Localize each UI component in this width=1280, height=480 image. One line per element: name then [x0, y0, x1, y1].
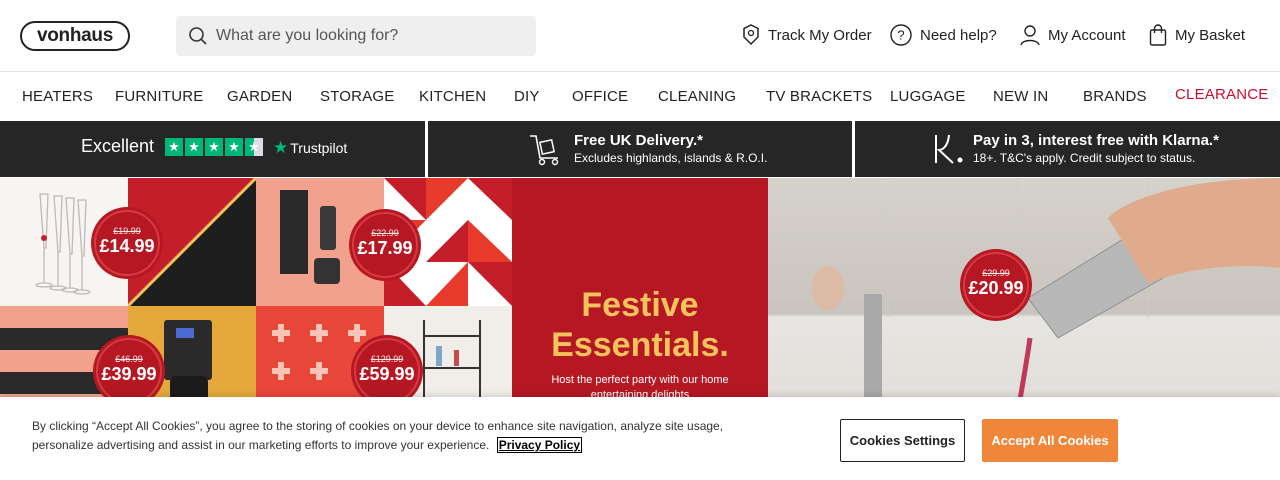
trustpilot-panel[interactable]: Excellent ★ ★ ★ ★ ★ ★ Trustpilot — [0, 121, 425, 177]
was-price: £22.99 — [371, 228, 399, 238]
delivery-subtitle: Excludes highlands, islands & R.O.I. — [574, 151, 768, 165]
cookie-consent-banner: By clicking “Accept All Cookies”, you ag… — [0, 397, 1280, 480]
festive-title-line2: Essentials. — [551, 326, 729, 364]
price-badge[interactable]: £29.99 £20.99 — [963, 252, 1029, 318]
delivery-title: Free UK Delivery.* — [574, 132, 703, 149]
account-label: My Account — [1048, 26, 1126, 44]
location-pin-icon — [743, 24, 759, 46]
trustpilot-star-icon: ★ — [273, 138, 289, 157]
trustpilot-rating-word: Excellent — [81, 136, 155, 156]
search-bar[interactable] — [176, 16, 536, 56]
question-icon: ? — [890, 24, 912, 46]
nav-furniture[interactable]: FURNITURE — [115, 88, 203, 105]
basket-label: My Basket — [1175, 26, 1246, 44]
nav-brands[interactable]: BRANDS — [1083, 88, 1147, 105]
trustpilot-brand: Trustpilot — [290, 140, 348, 156]
was-price: £46.99 — [115, 354, 143, 364]
track-order-link[interactable]: Track My Order — [742, 24, 872, 46]
star-icon: ★ — [205, 138, 223, 156]
klarna-subtitle: 18+. T&C's apply. Credit subject to stat… — [973, 151, 1196, 165]
search-icon — [189, 27, 207, 45]
help-link[interactable]: ? Need help? — [890, 24, 997, 46]
now-price: £59.99 — [359, 364, 415, 384]
star-icon: ★ — [185, 138, 203, 156]
category-nav: HEATERS FURNITURE GARDEN STORAGE KITCHEN… — [0, 73, 1280, 121]
nav-luggage[interactable]: LUGGAGE — [890, 88, 966, 105]
star-icon: ★ — [165, 138, 183, 156]
price-badge[interactable]: £129.99 £59.99 — [354, 338, 420, 404]
vonhaus-logo[interactable]: vonhaus — [20, 21, 130, 51]
now-price: £17.99 — [357, 238, 413, 258]
festive-title-line1: Festive — [581, 286, 699, 324]
track-order-label: Track My Order — [768, 26, 872, 44]
accept-all-cookies-button[interactable]: Accept All Cookies — [982, 419, 1118, 462]
klarna-logo-icon — [935, 134, 963, 164]
was-price: £19.99 — [113, 226, 141, 236]
nav-clearance[interactable]: CLEARANCE — [1175, 86, 1269, 103]
now-price: £20.99 — [968, 278, 1024, 298]
user-icon — [1020, 25, 1040, 46]
nav-kitchen[interactable]: KITCHEN — [419, 88, 486, 105]
half-star-icon: ★ — [245, 138, 263, 156]
help-label: Need help? — [920, 26, 997, 44]
now-price: £14.99 — [99, 236, 155, 256]
privacy-policy-link[interactable]: Privacy Policy — [496, 437, 583, 453]
klarna-panel[interactable]: Pay in 3, interest free with Klarna.* 18… — [855, 121, 1280, 177]
price-badge[interactable]: £19.99 £14.99 — [94, 210, 160, 276]
nav-heaters[interactable]: HEATERS — [22, 88, 93, 105]
svg-text:?: ? — [897, 28, 904, 43]
trustpilot-stars: ★ ★ ★ ★ ★ — [165, 138, 263, 156]
nav-new-in[interactable]: NEW IN — [993, 88, 1048, 105]
cookie-message: By clicking “Accept All Cookies”, you ag… — [32, 419, 724, 452]
nav-storage[interactable]: STORAGE — [320, 88, 394, 105]
account-link[interactable]: My Account — [1020, 24, 1126, 46]
delivery-panel[interactable]: Free UK Delivery.* Excludes highlands, i… — [428, 121, 852, 177]
now-price: £39.99 — [101, 364, 157, 384]
nav-diy[interactable]: DIY — [514, 88, 540, 105]
shopping-bag-icon — [1149, 24, 1167, 46]
nav-office[interactable]: OFFICE — [572, 88, 628, 105]
price-badge[interactable]: £22.99 £17.99 — [352, 212, 418, 278]
star-icon: ★ — [225, 138, 243, 156]
trustpilot-logo: ★ Trustpilot — [273, 138, 347, 158]
was-price: £29.99 — [982, 268, 1010, 278]
price-badge[interactable]: £46.99 £39.99 — [96, 338, 162, 404]
was-price: £129.99 — [370, 354, 404, 364]
cookie-consent-text: By clicking “Accept All Cookies”, you ag… — [32, 417, 732, 455]
search-input[interactable] — [216, 27, 516, 45]
klarna-title: Pay in 3, interest free with Klarna.* — [973, 132, 1219, 149]
nav-tv-brackets[interactable]: TV BRACKETS — [766, 88, 872, 105]
delivery-trolley-icon — [530, 135, 559, 166]
basket-link[interactable]: My Basket — [1149, 24, 1245, 46]
cookies-settings-button[interactable]: Cookies Settings — [840, 419, 965, 462]
nav-garden[interactable]: GARDEN — [227, 88, 292, 105]
festive-title: Festive Essentials. — [512, 285, 768, 365]
nav-cleaning[interactable]: CLEANING — [658, 88, 736, 105]
site-header: vonhaus Track My Order ? Need help? My A… — [0, 0, 1280, 72]
